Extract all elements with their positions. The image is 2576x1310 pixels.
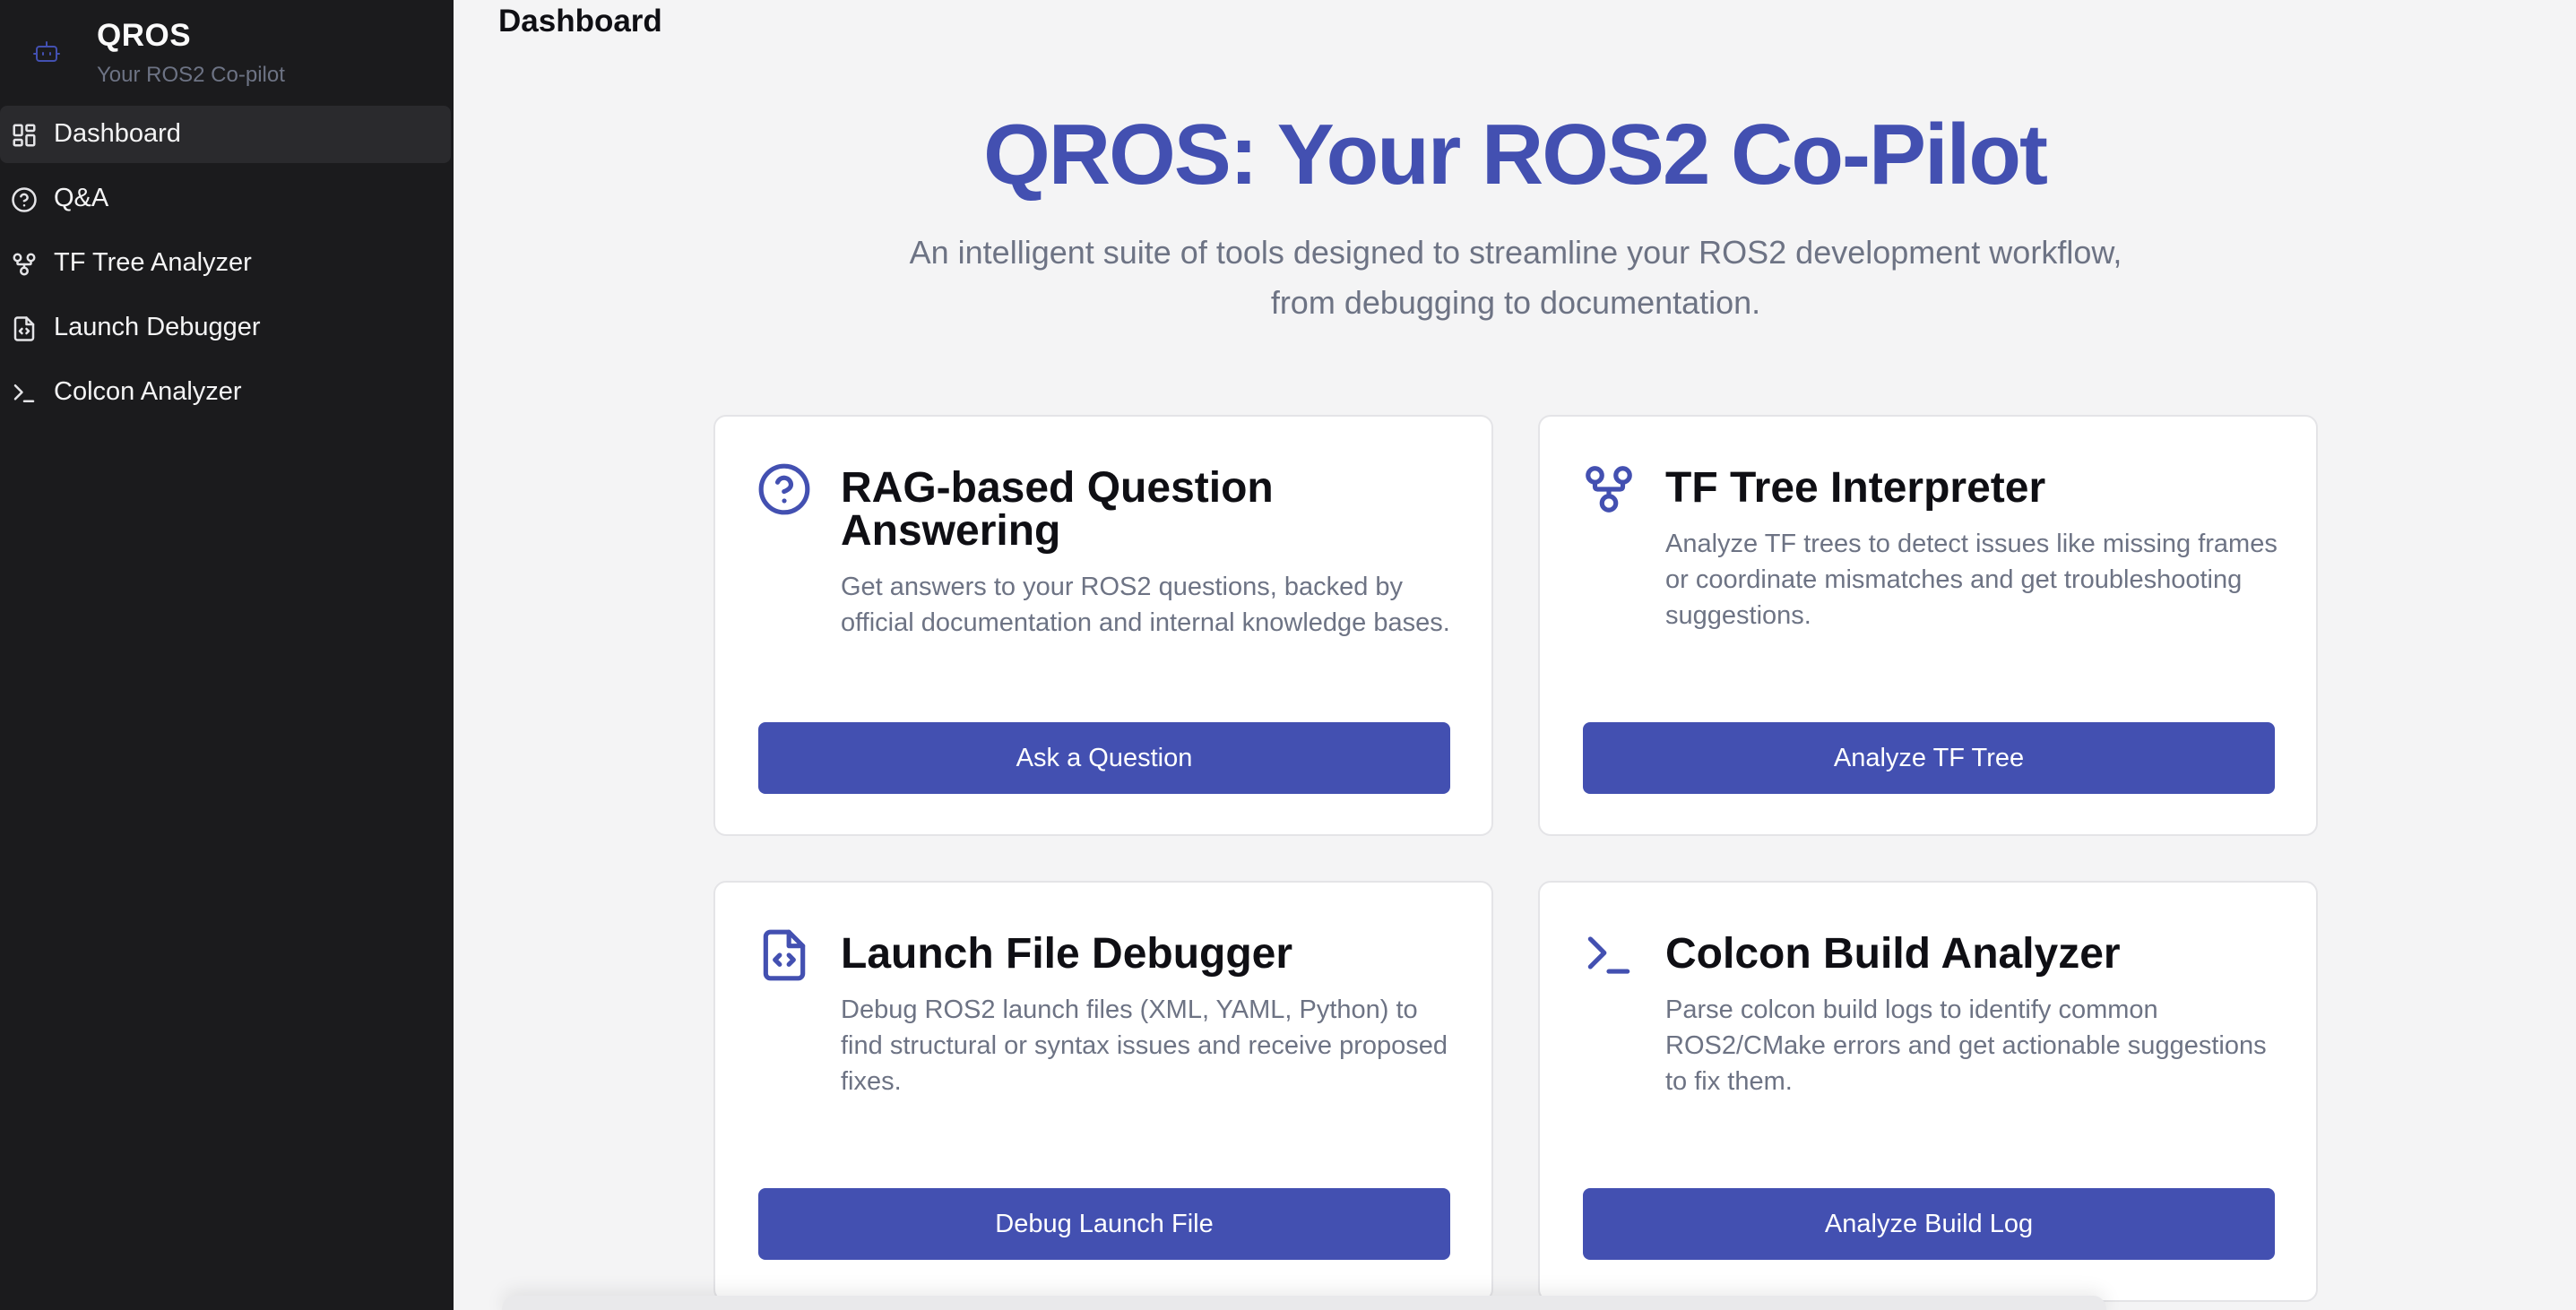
app-name: QROS — [97, 18, 192, 53]
card-title: Colcon Build Analyzer — [1665, 930, 2121, 978]
file-code-icon — [756, 927, 812, 983]
sidebar-item-colcon-analyzer[interactable]: Colcon Analyzer — [0, 364, 451, 421]
card-description: Get answers to your ROS2 questions, back… — [841, 573, 1450, 637]
page-title: Dashboard — [498, 4, 662, 39]
sidebar-item-label: Dashboard — [54, 119, 181, 148]
ask-question-button[interactable]: Ask a Question — [758, 722, 1450, 794]
robot-icon — [33, 39, 60, 65]
card-tf-tree-interpreter: TF Tree Interpreter Analyze TF trees to … — [1538, 415, 2318, 836]
terminal-icon — [1581, 927, 1637, 983]
sidebar-item-label: TF Tree Analyzer — [54, 248, 252, 277]
help-circle-icon — [11, 186, 38, 213]
analyze-tf-tree-button[interactable]: Analyze TF Tree — [1583, 722, 2275, 794]
git-fork-icon — [1581, 461, 1637, 517]
sidebar-item-dashboard[interactable]: Dashboard — [0, 106, 451, 163]
layout-dashboard-icon — [11, 122, 38, 149]
card-description: Analyze TF trees to detect issues like m… — [1665, 530, 2278, 630]
file-code-icon — [11, 315, 38, 342]
sidebar-item-tf-tree-analyzer[interactable]: TF Tree Analyzer — [0, 235, 451, 292]
card-title: RAG-based Question Answering — [841, 464, 1274, 555]
hero-title: QROS: Your ROS2 Co-Pilot — [983, 107, 2048, 203]
card-description: Debug ROS2 launch files (XML, YAML, Pyth… — [841, 995, 1448, 1096]
help-circle-icon — [756, 461, 812, 517]
sidebar-item-label: Q&A — [54, 184, 109, 212]
brand[interactable]: QROS Your ROS2 Co-pilot — [0, 0, 454, 100]
card-question-answering: RAG-based Question Answering Get answers… — [713, 415, 1493, 836]
terminal-icon — [11, 380, 38, 407]
hero-subtitle: An intelligent suite of tools designed t… — [909, 234, 2122, 321]
bottom-panel-edge — [502, 1296, 2106, 1310]
analyze-build-log-button[interactable]: Analyze Build Log — [1583, 1188, 2275, 1260]
card-description: Parse colcon build logs to identify comm… — [1665, 995, 2267, 1096]
card-title: TF Tree Interpreter — [1665, 464, 2046, 512]
git-fork-icon — [11, 251, 38, 278]
sidebar: QROS Your ROS2 Co-pilot Dashboard Q&A TF… — [0, 0, 454, 1310]
debug-launch-file-button[interactable]: Debug Launch File — [758, 1188, 1450, 1260]
card-title: Launch File Debugger — [841, 930, 1293, 978]
card-colcon-build-analyzer: Colcon Build Analyzer Parse colcon build… — [1538, 881, 2318, 1302]
sidebar-item-qa[interactable]: Q&A — [0, 170, 451, 228]
sidebar-item-launch-debugger[interactable]: Launch Debugger — [0, 299, 451, 357]
app-subtitle: Your ROS2 Co-pilot — [97, 63, 285, 87]
sidebar-item-label: Launch Debugger — [54, 313, 261, 341]
card-launch-file-debugger: Launch File Debugger Debug ROS2 launch f… — [713, 881, 1493, 1302]
sidebar-item-label: Colcon Analyzer — [54, 377, 242, 406]
